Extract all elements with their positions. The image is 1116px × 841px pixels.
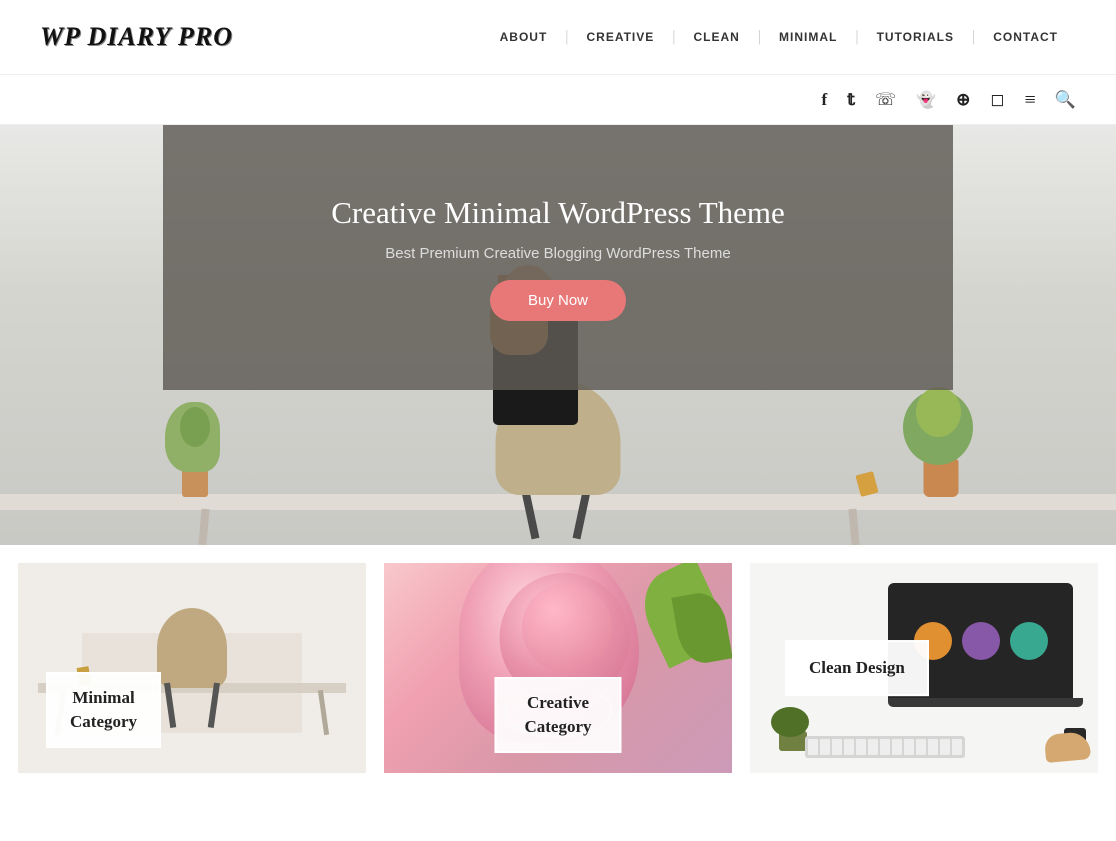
reddit-icon[interactable]: ⊕ bbox=[956, 90, 970, 110]
nav-item-contact[interactable]: CONTACT bbox=[975, 30, 1076, 44]
search-icon[interactable]: 🔍 bbox=[1055, 90, 1076, 110]
category-label-clean: Clean Design bbox=[785, 640, 929, 696]
instagram-icon[interactable]: ◻ bbox=[990, 90, 1004, 110]
category-label-minimal: Minimal Category bbox=[46, 672, 161, 748]
social-bar: f 𝕥 ☏ 👻 ⊕ ◻ ≡ 🔍 bbox=[0, 75, 1116, 125]
nav-item-about[interactable]: ABOUT bbox=[482, 30, 566, 44]
nav-item-creative[interactable]: CREATIVE bbox=[568, 30, 672, 44]
twitter-icon[interactable]: 𝕥 bbox=[847, 90, 855, 110]
hero-title: Creative Minimal WordPress Theme bbox=[331, 195, 785, 231]
category-card-clean[interactable]: Clean Design bbox=[750, 563, 1098, 773]
hero-overlay: Creative Minimal WordPress Theme Best Pr… bbox=[163, 125, 953, 390]
hero-subtitle: Best Premium Creative Blogging WordPress… bbox=[385, 245, 730, 262]
buy-now-button[interactable]: Buy Now bbox=[490, 280, 626, 321]
category-card-creative[interactable]: Creative Category bbox=[384, 563, 732, 773]
facebook-icon[interactable]: f bbox=[821, 90, 827, 110]
categories-section: Minimal Category Creative Category bbox=[0, 545, 1116, 783]
snapchat-icon[interactable]: 👻 bbox=[916, 90, 936, 110]
category-card-minimal[interactable]: Minimal Category bbox=[18, 563, 366, 773]
category-label-creative: Creative Category bbox=[494, 677, 621, 753]
whatsapp-icon[interactable]: ☏ bbox=[875, 90, 896, 110]
hero-section: Creative Minimal WordPress Theme Best Pr… bbox=[0, 125, 1116, 545]
menu-icon[interactable]: ≡ bbox=[1025, 90, 1035, 110]
site-header: WP DIARY PRO ABOUT | CREATIVE | CLEAN | … bbox=[0, 0, 1116, 75]
main-nav: ABOUT | CREATIVE | CLEAN | MINIMAL | TUT… bbox=[482, 28, 1076, 46]
nav-item-clean[interactable]: CLEAN bbox=[675, 30, 757, 44]
nav-item-minimal[interactable]: MINIMAL bbox=[761, 30, 855, 44]
nav-item-tutorials[interactable]: TUTORIALS bbox=[859, 30, 972, 44]
site-logo[interactable]: WP DIARY PRO bbox=[40, 22, 233, 52]
